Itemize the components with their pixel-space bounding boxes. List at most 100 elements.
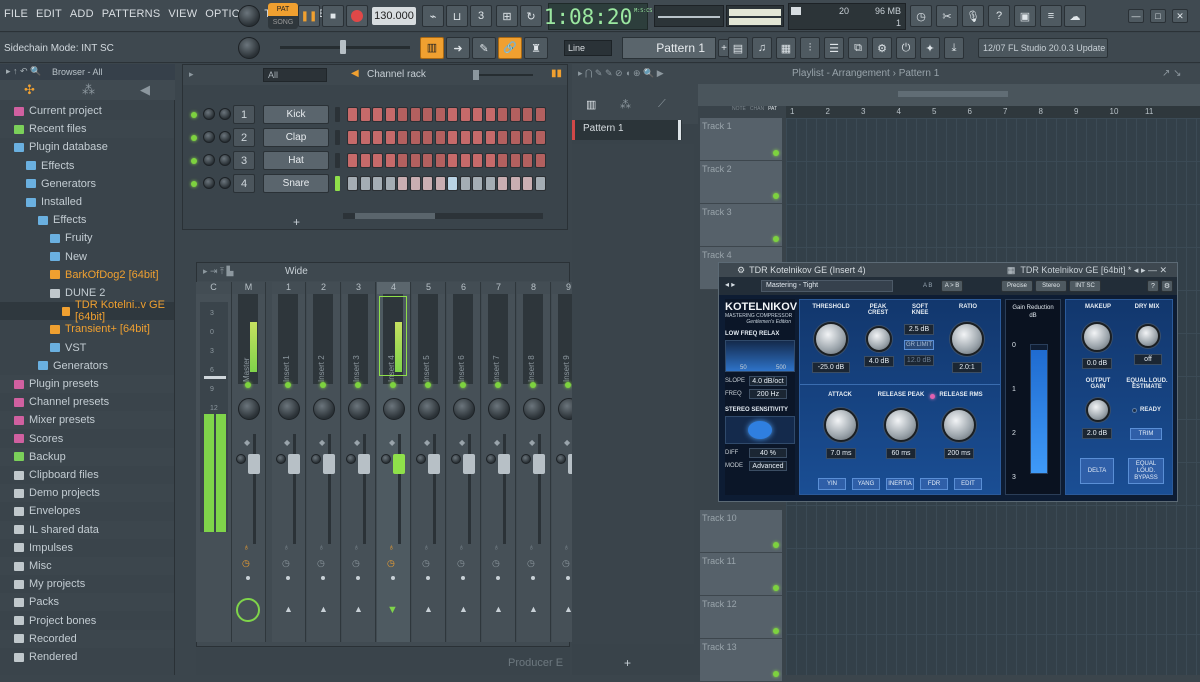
record-arm-icon[interactable]: ♁	[563, 542, 570, 552]
minimize-button[interactable]: —	[1128, 9, 1144, 23]
plugin-picker-button[interactable]: ⧉	[848, 37, 868, 59]
ruler-bar-number[interactable]: 9	[1074, 107, 1078, 116]
channel-rack-button[interactable]: ▦	[776, 37, 796, 59]
playlist-toolbar-icons[interactable]: ▸ ⋂ ✎ ✎ ⊘ ◖ ⊕ 🔍 ▶	[578, 68, 664, 79]
browser-item[interactable]: Mixer presets	[0, 411, 174, 430]
track-mute-led[interactable]	[773, 585, 779, 591]
ruler-bar-number[interactable]: 7	[1003, 107, 1007, 116]
snap-selector[interactable]: Line	[564, 40, 612, 56]
strip-mute-led[interactable]	[320, 382, 326, 388]
track-mute-led[interactable]	[773, 628, 779, 634]
browser-item[interactable]: BarkOfDog2 [64bit]	[0, 266, 174, 284]
track-mute-led[interactable]	[773, 150, 779, 156]
preset-selector[interactable]: Mastering - Tight	[761, 280, 893, 292]
dry-mix-knob[interactable]	[1136, 324, 1160, 348]
fader-track[interactable]	[363, 434, 366, 544]
character-button-inertia[interactable]: INERTIA	[886, 478, 914, 490]
fx-clock-icon[interactable]: ◷	[242, 558, 250, 569]
picker-pattern-item[interactable]: Pattern 1	[572, 120, 682, 140]
menu-add[interactable]: ADD	[70, 8, 94, 20]
add-track-button[interactable]: +	[624, 656, 631, 670]
strip-fader[interactable]	[428, 454, 440, 474]
mixer-strip[interactable]: 2 Insert 2 ◆ ♁ ◷ ▲	[307, 282, 341, 642]
mixer-strip[interactable]: M Master ◆ ♁ ◷	[232, 282, 266, 642]
ruler-bar-number[interactable]: 8	[1039, 107, 1043, 116]
mixer-toggle-button[interactable]: ≡	[1040, 5, 1062, 27]
browser-item[interactable]: Plugin presets	[0, 375, 174, 393]
track-header[interactable]: Track 11	[700, 553, 782, 596]
plugin-titlebar[interactable]: ⚙ TDR Kotelnikov GE (Insert 4) ▦ TDR Kot…	[719, 263, 1177, 277]
browser-item[interactable]: Scores	[0, 429, 174, 448]
character-button-yin[interactable]: YIN	[818, 478, 846, 490]
send-arrow-icon[interactable]: ▲	[494, 604, 503, 614]
browser-item[interactable]: Installed	[0, 193, 174, 211]
ruler-bar-number[interactable]: 3	[861, 107, 865, 116]
mixer-strip[interactable]: 6 Insert 6 ◆ ♁ ◷ ▲	[447, 282, 481, 642]
playlist-button[interactable]: ▤	[728, 37, 748, 59]
browser-item[interactable]: Plugin database	[0, 138, 174, 157]
browser-item[interactable]: IL shared data	[0, 520, 174, 539]
browser-item[interactable]: New	[0, 248, 174, 266]
strip-pan-knob[interactable]	[348, 398, 370, 420]
track-header[interactable]: Track 1	[700, 118, 782, 161]
fx-clock-icon[interactable]: ◷	[527, 558, 535, 569]
route-dot[interactable]	[246, 576, 250, 580]
browser-item[interactable]: Backup	[0, 447, 174, 466]
fx-clock-icon[interactable]: ◷	[422, 558, 430, 569]
gr-limit-button[interactable]: GR LIMIT	[904, 340, 934, 350]
browser-item[interactable]: VST	[0, 339, 174, 357]
dry-mix-value[interactable]: off	[1134, 354, 1162, 365]
send-arrow-icon[interactable]: ▲	[459, 604, 468, 614]
strip-pan-knob[interactable]	[523, 398, 545, 420]
track-header[interactable]: Track 10	[700, 510, 782, 553]
record-arm-icon[interactable]: ♁	[243, 542, 250, 552]
browser-item[interactable]: Recent files	[0, 120, 174, 139]
fx-clock-icon[interactable]: ◷	[282, 558, 290, 569]
ruler-bar-number[interactable]: 6	[968, 107, 972, 116]
menu-view[interactable]: VIEW	[168, 8, 197, 20]
mode-value[interactable]: Advanced	[749, 461, 787, 471]
quality-button[interactable]: Precise	[1001, 280, 1033, 292]
browser-item[interactable]: Transient+ [64bit]	[0, 320, 174, 338]
plugin-help-button[interactable]: ?	[1147, 280, 1159, 292]
route-dot[interactable]	[321, 576, 325, 580]
route-dot[interactable]	[461, 576, 465, 580]
slope-value[interactable]: 4.0 dB/oct	[749, 376, 787, 386]
fader-track[interactable]	[433, 434, 436, 544]
browser-item[interactable]: TDR Kotelni..v GE [64bit]	[0, 299, 174, 323]
strip-fader[interactable]	[248, 454, 260, 474]
strip-sep-knob[interactable]	[381, 454, 391, 464]
stereo-separation-icon[interactable]: ◆	[564, 438, 570, 447]
strip-pan-knob[interactable]	[238, 398, 260, 420]
browser-item[interactable]: Recorded	[0, 629, 174, 648]
route-dot[interactable]	[391, 576, 395, 580]
mixer-strip[interactable]: 1 Insert 1 ◆ ♁ ◷ ▲	[272, 282, 306, 642]
strip-fader[interactable]	[463, 454, 475, 474]
download-button[interactable]: ⤓	[944, 37, 964, 59]
track-mute-led[interactable]	[773, 671, 779, 677]
help-button[interactable]: ?	[988, 5, 1010, 27]
strip-pan-knob[interactable]	[278, 398, 300, 420]
strip-mute-led[interactable]	[425, 382, 431, 388]
route-dot[interactable]	[356, 576, 360, 580]
gr-limit-value[interactable]: 12.0 dB	[904, 355, 934, 366]
strip-sep-knob[interactable]	[346, 454, 356, 464]
lfr-curve[interactable]: 50 500	[725, 340, 795, 372]
mixer-strip[interactable]: 8 Insert 8 ◆ ♁ ◷ ▲	[517, 282, 551, 642]
character-button-yang[interactable]: YANG	[852, 478, 880, 490]
ruler-bar-number[interactable]: 5	[932, 107, 936, 116]
record-arm-icon[interactable]: ♁	[458, 542, 465, 552]
record-arm-icon[interactable]: ♁	[493, 542, 500, 552]
picker-audio-icon[interactable]: ⁂	[620, 98, 631, 111]
fader-track[interactable]	[328, 434, 331, 544]
browser-item[interactable]: Impulses	[0, 538, 174, 557]
route-dot[interactable]	[496, 576, 500, 580]
soft-knee-value[interactable]: 2.5 dB	[904, 324, 934, 335]
strip-pan-knob[interactable]	[313, 398, 335, 420]
menu-patterns[interactable]: PATTERNS	[102, 8, 161, 20]
strip-fader[interactable]	[358, 454, 370, 474]
picker-pattern-icon[interactable]: ▥	[586, 98, 596, 111]
strip-mute-led[interactable]	[495, 382, 501, 388]
playlist-scroll-top[interactable]	[698, 84, 1200, 106]
fx-clock-icon[interactable]: ◷	[457, 558, 465, 569]
